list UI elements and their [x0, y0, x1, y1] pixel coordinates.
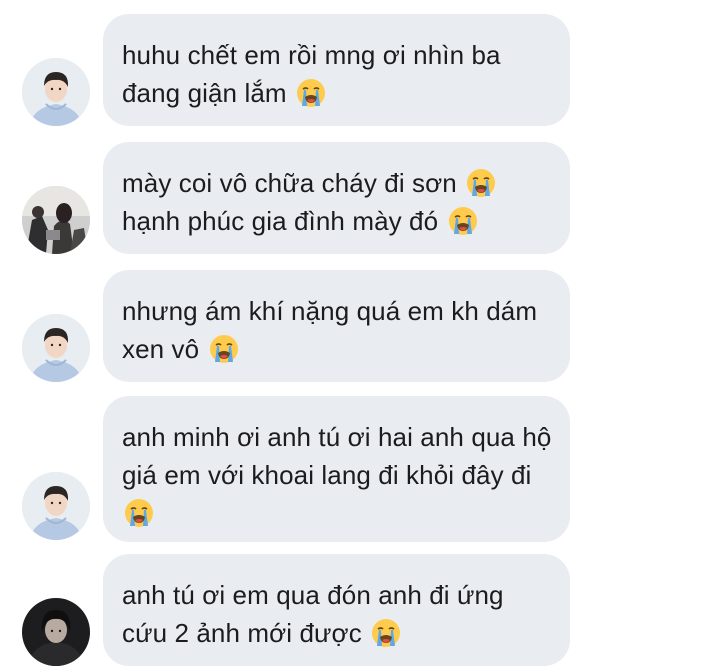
message-bubble[interactable]: mày coi vô chữa cháy đi sơn hạnh phúc gi… [103, 142, 570, 254]
avatar-boy-hoodie-image [22, 472, 90, 540]
avatar[interactable] [22, 472, 90, 540]
message-row: anh tú ơi em qua đón anh đi ứng cứu 2 ản… [0, 544, 720, 672]
message-text: anh tú ơi em qua đón anh đi ứng cứu 2 ản… [122, 576, 552, 652]
loudly-crying-face-icon [466, 168, 496, 198]
message-row: huhu chết em rồi mng ơi nhìn ba đang giậ… [0, 0, 720, 130]
message-text-content: anh minh ơi anh tú ơi hai anh qua hộ giá… [122, 422, 552, 490]
message-text-content: anh tú ơi em qua đón anh đi ứng cứu 2 ản… [122, 580, 504, 648]
message-row: nhưng ám khí nặng quá em kh dám xen vô [0, 258, 720, 386]
avatar-boy-hoodie-image [22, 58, 90, 126]
avatar-dark-photo-image [22, 598, 90, 666]
message-bubble[interactable]: anh minh ơi anh tú ơi hai anh qua hộ giá… [103, 396, 570, 542]
loudly-crying-face-icon [209, 334, 239, 364]
message-text-content-continued: hạnh phúc gia đình mày đó [122, 206, 439, 236]
message-row: mày coi vô chữa cháy đi sơn hạnh phúc gi… [0, 130, 720, 258]
message-bubble[interactable]: huhu chết em rồi mng ơi nhìn ba đang giậ… [103, 14, 570, 126]
message-bubble[interactable]: anh tú ơi em qua đón anh đi ứng cứu 2 ản… [103, 554, 570, 666]
loudly-crying-face-icon [371, 618, 401, 648]
message-text-content: mày coi vô chữa cháy đi sơn [122, 168, 457, 198]
avatar-boy-hoodie-image [22, 314, 90, 382]
avatar[interactable] [22, 186, 90, 254]
message-text: huhu chết em rồi mng ơi nhìn ba đang giậ… [122, 36, 552, 112]
loudly-crying-face-icon [296, 78, 326, 108]
message-text-content: nhưng ám khí nặng quá em kh dám xen vô [122, 296, 538, 364]
avatar[interactable] [22, 58, 90, 126]
avatar[interactable] [22, 314, 90, 382]
message-text: nhưng ám khí nặng quá em kh dám xen vô [122, 292, 552, 368]
avatar[interactable] [22, 598, 90, 666]
message-text: anh minh ơi anh tú ơi hai anh qua hộ giá… [122, 418, 552, 532]
message-bubble[interactable]: nhưng ám khí nặng quá em kh dám xen vô [103, 270, 570, 382]
message-row: anh minh ơi anh tú ơi hai anh qua hộ giá… [0, 386, 720, 544]
loudly-crying-face-icon [124, 498, 154, 528]
loudly-crying-face-icon [448, 206, 478, 236]
chat-thread: huhu chết em rồi mng ơi nhìn ba đang giậ… [0, 0, 720, 672]
message-text: mày coi vô chữa cháy đi sơn hạnh phúc gi… [122, 164, 552, 240]
avatar-group-photo-image [22, 186, 90, 254]
